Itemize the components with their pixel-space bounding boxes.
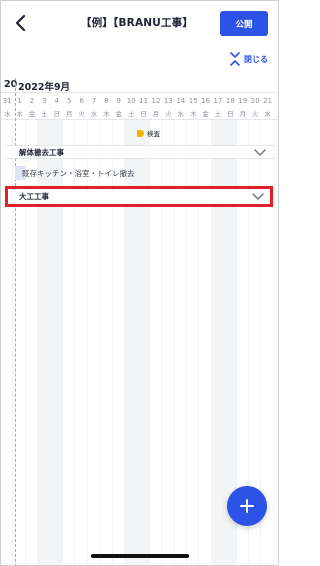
group-label: 解体撤去工事 [19,147,64,157]
plus-icon [240,499,254,513]
day-number: 16 [201,97,211,105]
weekday-label: 日 [140,110,147,118]
day-cell: 7水 [88,94,100,120]
group-row-demolition[interactable]: 解体撤去工事 [4,145,276,159]
weekday-label: 火 [251,110,259,118]
day-number: 12 [151,97,161,105]
weekday-label: 月 [65,110,73,118]
day-number: 10 [126,97,136,105]
milestone-label: 検査 [147,130,160,138]
weekday-label: 水 [3,110,11,118]
weekday-label: 火 [165,110,172,118]
day-cell: 6火 [75,94,87,120]
collapse-arrows-icon [230,52,240,66]
chevron-left-icon [15,14,26,32]
task-label: 既存キッチン・浴室・トイレ撤去 [22,168,135,178]
day-cell: 17 土 [212,94,224,120]
milestone-flag-icon [137,129,144,137]
weekday-label: 金 [202,110,209,118]
back-button[interactable] [11,13,31,33]
weekday-label: 日 [227,110,234,118]
publish-button[interactable]: 公開 [220,11,268,36]
day-cell: 10 土 [125,94,137,120]
task-row[interactable]: 既存キッチン・浴室・トイレ撤去 [16,164,201,182]
weekday-label: 月 [239,110,247,118]
day-number: 31 [2,97,12,105]
month-label: 2022年9月 [18,82,71,93]
day-number: 3 [42,97,47,105]
weekday-label: 月 [152,110,160,118]
weekday-label: 土 [127,110,135,118]
weekday-label: 水 [264,110,271,118]
day-number: 9 [116,97,122,105]
header-bar: 【例】【BRANU工事】 公開 [1,1,278,45]
home-indicator [91,554,189,558]
collapse-label: 閉じる [244,54,268,64]
app-screen: 【例】【BRANU工事】 公開 閉じる 20 2022年9月 31 水 1 木 2 金 3 土… [0,0,279,566]
weekday-label: 土 [214,110,222,118]
day-number: 18 [225,97,235,105]
weekday-label: 火 [78,110,85,118]
day-cell: 3土 [38,94,50,120]
day-cell: 4日 [51,94,63,120]
day-number: 15 [188,97,198,105]
page-title: 【例】【BRANU工事】 [80,17,194,29]
day-number: 11 [139,97,149,105]
day-number: 19 [238,97,248,105]
day-number: 14 [176,97,186,105]
day-cell: 2金 [26,94,38,120]
day-cell: 19 月 [237,94,249,120]
day-number: 5 [66,97,72,105]
day-number: 20 [250,97,260,105]
day-cell: 5月 [63,94,75,120]
weekday-label: 金 [115,110,123,118]
day-number: 6 [79,97,84,105]
day-cell: 31 水 [1,94,13,120]
day-number: 7 [91,97,97,105]
day-header-row: 31 水 1 木 2 金 3 土 4 日 5 月 6 火 7 水 8 木 9 金 10 土 11 日 12 月 13 火 14 水 15 木 1… [1,94,278,120]
day-cell: 16 金 [199,94,211,120]
day-number: 21 [263,97,273,105]
day-number: 17 [213,97,223,105]
day-cell: 18 日 [224,94,236,120]
weekday-label: 木 [103,110,110,118]
day-cell: 13 火 [162,94,174,120]
day-cell: 8木 [100,94,112,120]
weekday-label: 金 [28,110,36,118]
day-cell: 11 日 [137,94,149,120]
day-cell: 21 水 [261,94,273,120]
milestone[interactable]: 検査 [137,128,160,138]
collapse-button[interactable]: 閉じる [229,52,268,66]
day-number: 13 [163,97,173,105]
day-cell: 12 月 [150,94,162,120]
day-number: 8 [104,97,109,105]
day-number: 2 [29,97,35,105]
chevron-down-icon[interactable] [254,148,266,158]
add-button[interactable] [227,486,267,526]
group-label: 大工工事 [19,192,49,201]
group-row-carpentry[interactable]: 大工工事 [5,186,273,207]
weekday-label: 木 [189,110,197,118]
day-number: 4 [54,97,60,105]
chevron-down-icon[interactable] [252,192,264,202]
weekday-label: 水 [90,110,98,118]
day-cell: 15 木 [187,94,199,120]
day-cell: 14 水 [175,94,187,120]
weekday-label: 日 [53,110,61,118]
day-cell: 20 火 [249,94,261,120]
weekday-label: 水 [177,110,185,118]
day-cell: 9金 [113,94,125,120]
weekday-label: 土 [41,110,48,118]
month-row: 20 2022年9月 [1,78,278,93]
